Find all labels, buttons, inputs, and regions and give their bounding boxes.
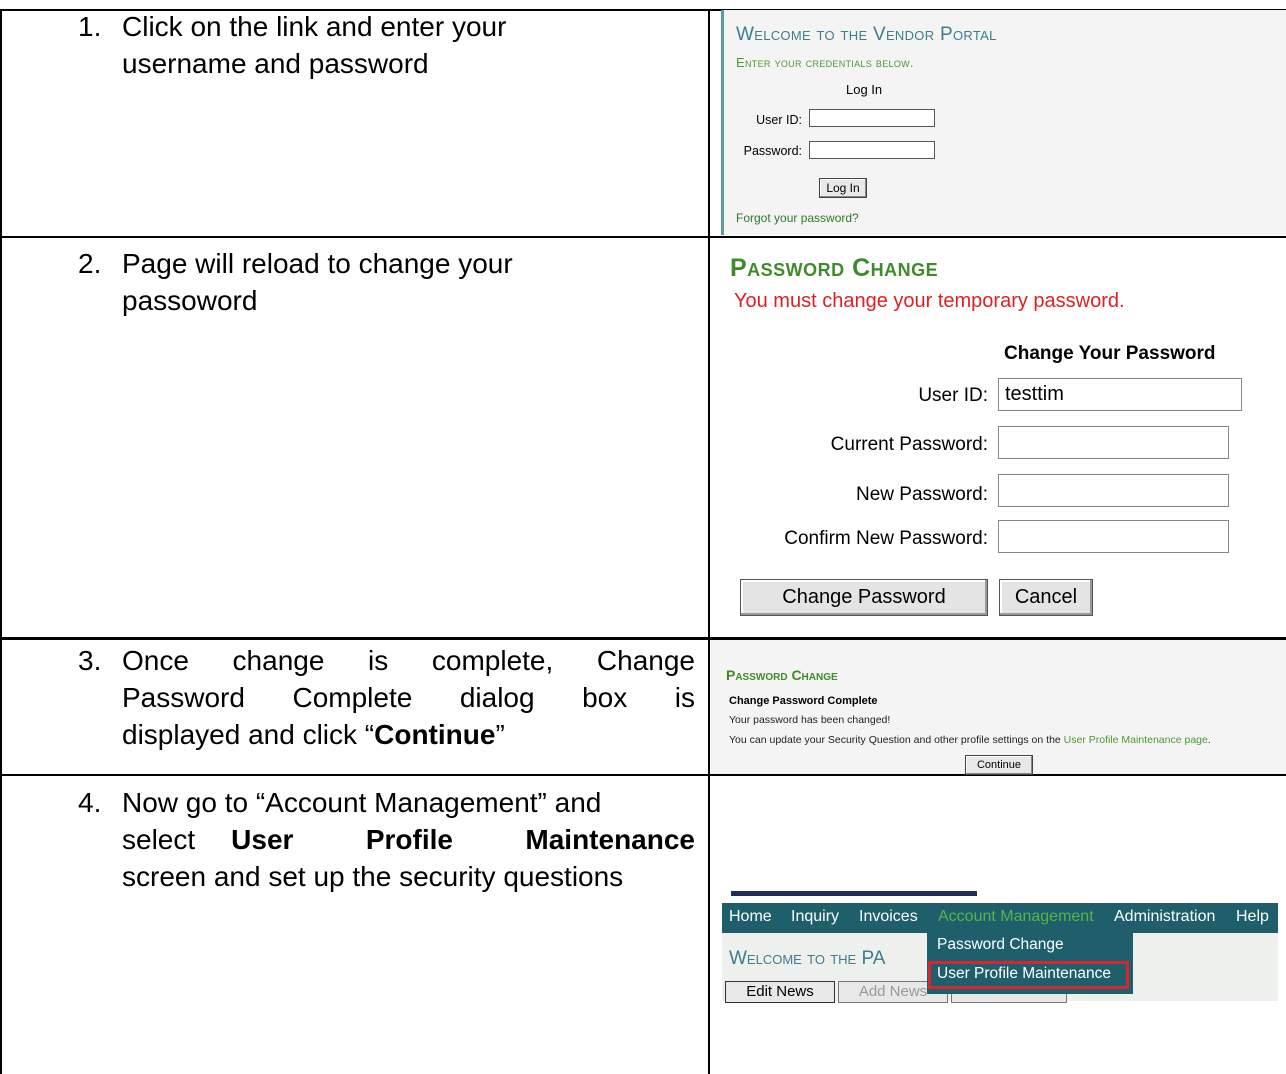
- login-heading: Log In: [846, 82, 883, 97]
- current-password-label: Current Password:: [830, 434, 988, 455]
- step-text-fragment: ”: [495, 719, 505, 750]
- edit-news-button[interactable]: Edit News: [725, 981, 835, 1003]
- new-password-field[interactable]: [998, 474, 1229, 507]
- password-input[interactable]: [809, 141, 935, 159]
- step-text-fragment: displayed and click “: [122, 719, 375, 750]
- message-text: You can update your Security Question an…: [729, 734, 1064, 746]
- account-management-dropdown: Password Change User Profile Maintenance: [927, 933, 1133, 994]
- change-password-button[interactable]: Change Password: [740, 579, 988, 616]
- step-number: 4.: [78, 787, 102, 818]
- step-text-line: Once change is complete, Change: [122, 645, 695, 676]
- new-password-label: New Password:: [856, 484, 988, 505]
- user-id-label: User ID:: [918, 385, 988, 406]
- step-text-line: displayed and click “Continue”: [122, 716, 695, 753]
- user-id-input[interactable]: [809, 109, 935, 127]
- step-text-line: select User Profile Maintenance: [122, 821, 695, 858]
- step-text-bold: Continue: [374, 719, 496, 750]
- portal-welcome-title: Welcome to the PA: [729, 948, 886, 969]
- step-text-line: passoword: [122, 285, 258, 316]
- password-changed-message: Your password has been changed!: [729, 714, 891, 726]
- credentials-subtitle: Enter your credentials below.: [736, 55, 914, 70]
- header-accent-bar: [731, 891, 977, 896]
- menu-item-password-change[interactable]: Password Change: [937, 936, 1064, 954]
- change-password-subheading: Change Your Password: [1004, 343, 1216, 364]
- nav-account-management[interactable]: Account Management: [938, 908, 1094, 926]
- left-table-border: [0, 9, 2, 1074]
- step-text-line: Password Complete dialog box is: [122, 682, 695, 713]
- step-text-bold: User Profile Maintenance: [231, 821, 695, 858]
- nav-help[interactable]: Help: [1236, 908, 1269, 926]
- step-number: 1.: [78, 11, 102, 42]
- continue-button[interactable]: Continue: [965, 755, 1033, 775]
- menu-item-user-profile-maintenance[interactable]: User Profile Maintenance: [937, 965, 1111, 983]
- temporary-password-warning: You must change your temporary password.: [734, 290, 1125, 312]
- nav-invoices[interactable]: Invoices: [859, 908, 918, 926]
- confirm-password-field[interactable]: [998, 520, 1229, 553]
- step-text-bold-inner: User Profile Maintenance: [231, 824, 695, 855]
- current-password-field[interactable]: [998, 426, 1229, 459]
- password-change-heading: Password Change: [730, 254, 939, 282]
- step-text-line: Page will reload to change your: [122, 248, 513, 279]
- confirm-password-label: Confirm New Password:: [784, 528, 988, 549]
- step-text-line: Now go to “Account Management” and: [122, 787, 602, 818]
- step-number: 2.: [78, 248, 102, 279]
- main-nav-bar: Home Inquiry Invoices Account Management…: [722, 903, 1278, 933]
- user-id-label: User ID:: [756, 113, 802, 127]
- password-label: Password:: [743, 144, 802, 158]
- password-complete-screenshot: Password Change Change Password Complete…: [711, 640, 1286, 775]
- change-complete-title: Change Password Complete: [729, 695, 878, 707]
- message-text: .: [1207, 734, 1211, 746]
- user-profile-link[interactable]: User Profile Maintenance page: [1064, 734, 1208, 746]
- step-text-line: screen and set up the security questions: [122, 861, 624, 892]
- step-text-line: username and password: [122, 48, 429, 79]
- step-text-line: Click on the link and enter your: [122, 11, 507, 42]
- nav-administration[interactable]: Administration: [1114, 908, 1215, 926]
- password-change-heading: Password Change: [726, 667, 838, 683]
- step-number: 3.: [78, 645, 102, 676]
- nav-inquiry[interactable]: Inquiry: [791, 908, 839, 926]
- vendor-login-screenshot: Welcome to the Vendor Portal Enter your …: [721, 10, 1286, 235]
- vendor-portal-title: Welcome to the Vendor Portal: [736, 24, 997, 45]
- nav-home[interactable]: Home: [729, 908, 772, 926]
- forgot-password-link[interactable]: Forgot your password?: [736, 211, 859, 225]
- login-button[interactable]: Log In: [819, 178, 867, 198]
- profile-settings-message: You can update your Security Question an…: [729, 734, 1211, 746]
- step-text-fragment: select: [122, 824, 196, 855]
- cancel-button[interactable]: Cancel: [999, 579, 1093, 616]
- row-divider-3: [0, 774, 1286, 776]
- row-divider-1: [0, 236, 1286, 238]
- user-id-field[interactable]: testtim: [998, 378, 1242, 411]
